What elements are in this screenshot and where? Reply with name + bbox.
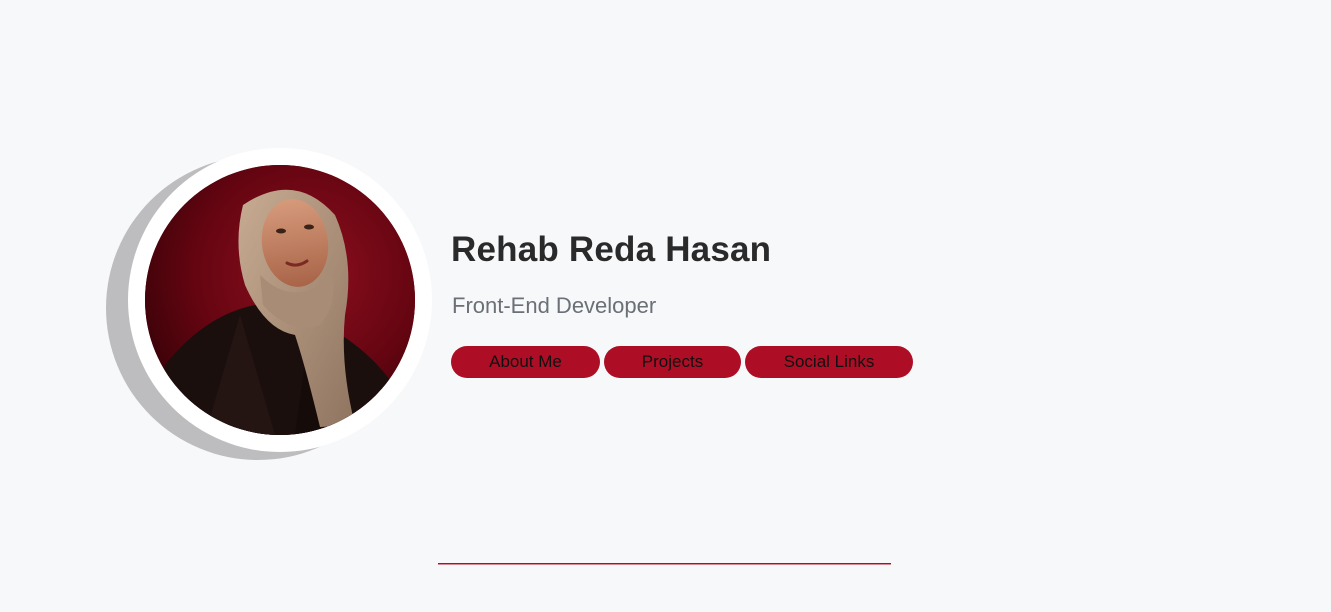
- avatar-portrait-illustration: [145, 165, 415, 435]
- footer-divider: [438, 563, 891, 564]
- action-buttons: About Me Projects Social Links: [451, 346, 913, 378]
- page: Rehab Reda Hasan Front-End Developer Abo…: [0, 0, 1331, 612]
- social-links-button[interactable]: Social Links: [745, 346, 913, 378]
- projects-button[interactable]: Projects: [604, 346, 741, 378]
- about-me-button[interactable]: About Me: [451, 346, 600, 378]
- avatar-frame: [128, 148, 432, 452]
- profile-role: Front-End Developer: [452, 293, 657, 318]
- avatar: [145, 165, 415, 435]
- profile-name: Rehab Reda Hasan: [451, 230, 772, 269]
